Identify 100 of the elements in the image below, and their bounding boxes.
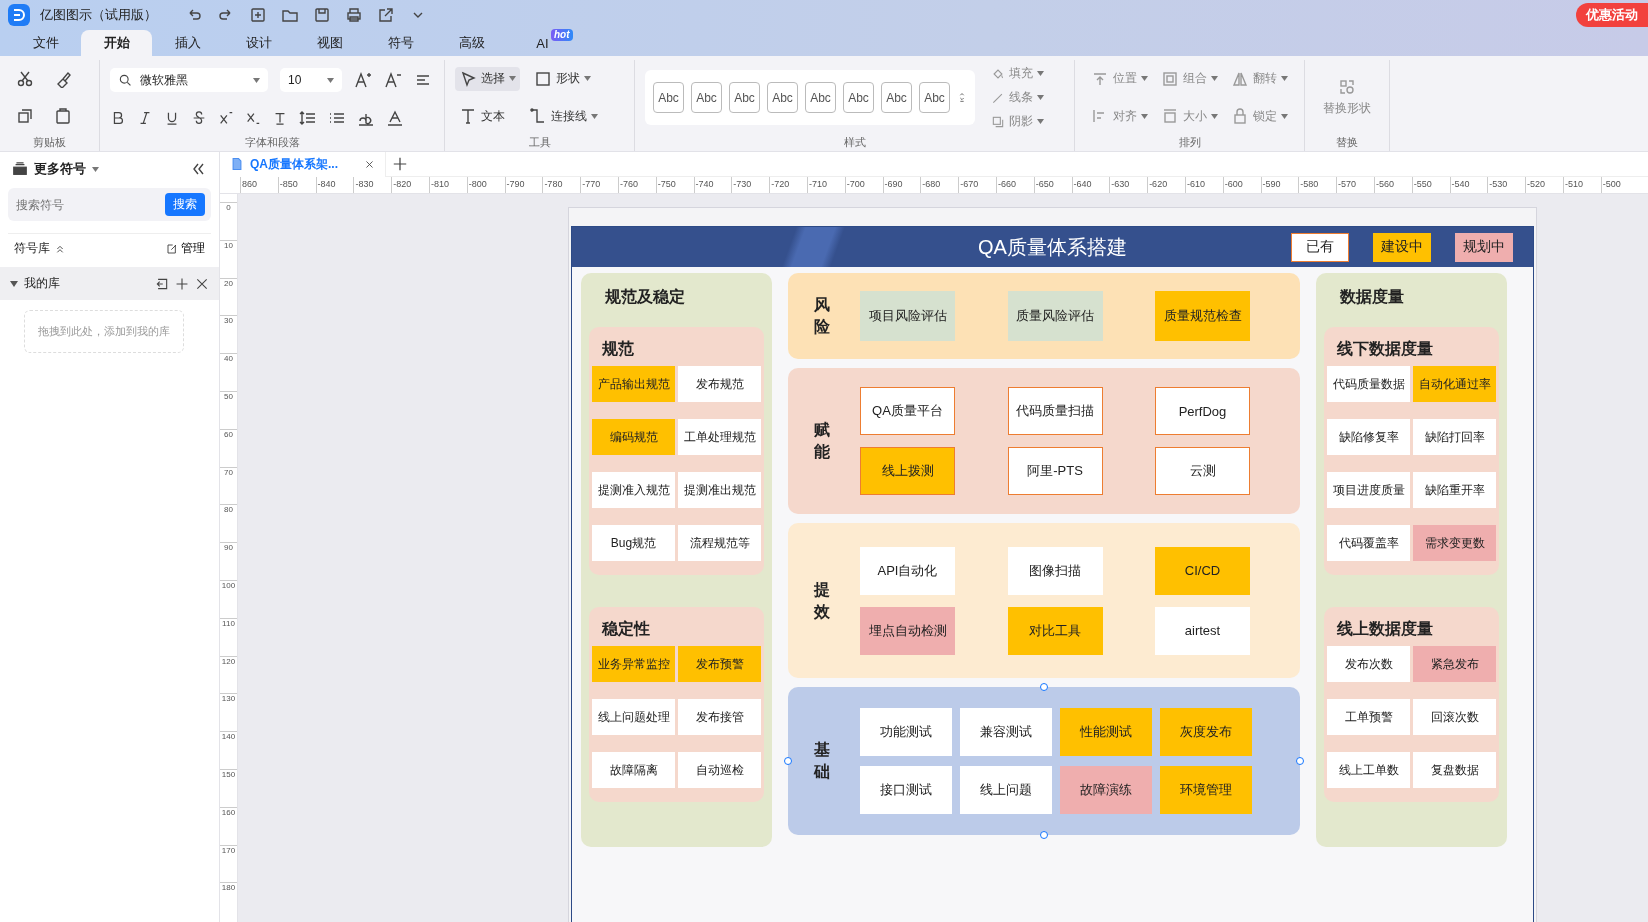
shape-box: 兼容测试: [960, 708, 1052, 756]
shape-box: 功能测试: [860, 708, 952, 756]
close-icon[interactable]: [195, 276, 209, 291]
shape-box: 代码质量数据: [1327, 366, 1410, 402]
new-file-icon[interactable]: [249, 6, 267, 24]
shape-box: 自动化通过率: [1413, 366, 1496, 402]
shape-box: 线上拨测: [860, 447, 955, 495]
shape-box: Bug规范: [592, 525, 675, 561]
group-label: 字体和段落: [244, 136, 300, 148]
font-family-field[interactable]: 微软雅黑: [110, 68, 268, 93]
menu-tab[interactable]: 开始: [81, 30, 152, 56]
caret-icon: [253, 77, 260, 83]
style-swatch[interactable]: Abc: [919, 82, 950, 113]
copy-icon[interactable]: [16, 107, 34, 126]
vertical-ruler: 0 10 20 30 40 50 60 70 80 90 100 110 120 130 140 150 160 170 180: [220, 194, 238, 922]
search-field[interactable]: 搜索符号 搜索: [8, 188, 211, 221]
shape-box: 性能测试: [1060, 708, 1152, 756]
style-swatch[interactable]: Abc: [653, 82, 684, 113]
shape-box: 紧急发布: [1413, 646, 1496, 682]
caret-icon: [509, 76, 516, 82]
shape-tool-button[interactable]: 形状: [530, 66, 595, 91]
shape-box: 线上工单数: [1327, 752, 1410, 788]
drop-hint: 拖拽到此处，添加到我的库: [24, 310, 184, 353]
legend-box: 建设中: [1373, 232, 1431, 262]
caret-icon: [1037, 119, 1044, 124]
swap-shapes-icon: [1338, 78, 1356, 96]
import-icon[interactable]: [155, 276, 169, 291]
caret-icon: [1037, 95, 1044, 100]
search-icon: [118, 73, 132, 88]
caret-icon: [1037, 71, 1044, 76]
plus-icon[interactable]: [175, 276, 189, 291]
style-swatch[interactable]: Abc: [691, 82, 722, 113]
add-tab-icon[interactable]: [392, 156, 408, 172]
grow-font-icon[interactable]: [354, 71, 372, 90]
selection-handle[interactable]: [784, 757, 792, 765]
connector-tool-button[interactable]: 连接线: [525, 104, 602, 129]
panel-title: 规范及稳定: [605, 288, 685, 305]
selection-handle[interactable]: [1296, 757, 1304, 765]
select-tool-button[interactable]: 选择: [455, 66, 520, 91]
style-swatch[interactable]: Abc: [805, 82, 836, 113]
document-icon: [230, 157, 244, 171]
shape-box: 故障隔离: [592, 752, 675, 788]
font-color-icon[interactable]: [386, 108, 404, 127]
font-size-field[interactable]: 10: [280, 68, 342, 93]
style-swatch[interactable]: Abc: [881, 82, 912, 113]
menu-tab[interactable]: 插入: [152, 30, 223, 56]
caret-icon: [1141, 76, 1149, 82]
style-swatch[interactable]: Abc: [843, 82, 874, 113]
group-label: 排列: [1178, 136, 1201, 148]
search-button[interactable]: 搜索: [165, 193, 205, 216]
shape-box: 复盘数据: [1413, 752, 1496, 788]
style-swatch[interactable]: Abc: [767, 82, 798, 113]
legend-box: 已有: [1291, 232, 1349, 262]
section-label: 提效: [814, 579, 830, 622]
shape-box: 项目风险评估: [860, 291, 955, 341]
square-icon: [534, 69, 552, 88]
size-icon: [1161, 107, 1179, 126]
shape-box: 埋点自动检测: [860, 606, 955, 655]
strikethrough-icon[interactable]: [191, 109, 207, 126]
shape-box: 产品输出规范: [592, 366, 675, 402]
shape-box: 工单处理规范: [678, 419, 761, 455]
save-icon[interactable]: [313, 6, 331, 24]
paste-icon[interactable]: [54, 107, 72, 126]
shape-box: 环境管理: [1160, 766, 1252, 814]
promo-badge[interactable]: 优惠活动: [1576, 3, 1648, 27]
menu-tab[interactable]: 符号: [365, 30, 436, 56]
section-label: 符号库: [14, 240, 50, 257]
selection-handle[interactable]: [1040, 831, 1048, 839]
selection-handle[interactable]: [1040, 683, 1048, 691]
app-logo: [8, 4, 30, 26]
menu-tab[interactable]: 高级: [436, 30, 507, 56]
panel-title[interactable]: 更多符号: [34, 160, 86, 178]
shape-box: 提测准出规范: [678, 472, 761, 508]
shape-box: 需求变更数: [1413, 525, 1496, 561]
menu-tab[interactable]: AI hot: [507, 30, 578, 56]
close-icon[interactable]: [364, 158, 375, 170]
manage-link[interactable]: 管理: [166, 240, 205, 257]
caret-icon: [1280, 76, 1288, 82]
superscript-icon[interactable]: [218, 109, 234, 126]
menu-tab[interactable]: 视图: [294, 30, 365, 56]
document-tab[interactable]: QA质量体系架...: [220, 151, 386, 177]
library-row[interactable]: 我的库: [0, 267, 219, 300]
menu-tab[interactable]: 设计: [223, 30, 294, 56]
pointer-icon: [459, 69, 477, 88]
hot-badge: hot: [551, 29, 573, 41]
text-t-icon: [459, 107, 477, 126]
shape-box: 代码覆盖率: [1327, 525, 1410, 561]
group-title: 线下数据度量: [1337, 340, 1433, 357]
shrink-font-icon[interactable]: [384, 71, 402, 90]
export-icon[interactable]: [377, 6, 395, 24]
menu-tab[interactable]: 文件: [10, 30, 81, 56]
print-icon[interactable]: [345, 6, 363, 24]
style-swatch[interactable]: Abc: [729, 82, 760, 113]
shadow-icon: [991, 114, 1005, 129]
caret-icon: [591, 113, 598, 119]
shape-box: 发布次数: [1327, 646, 1410, 682]
diagram-title: QA质量体系搭建: [978, 235, 1127, 258]
scissors-icon[interactable]: [16, 69, 34, 88]
group-title: 规范: [602, 340, 634, 357]
text-tool-button[interactable]: 文本: [455, 104, 509, 129]
